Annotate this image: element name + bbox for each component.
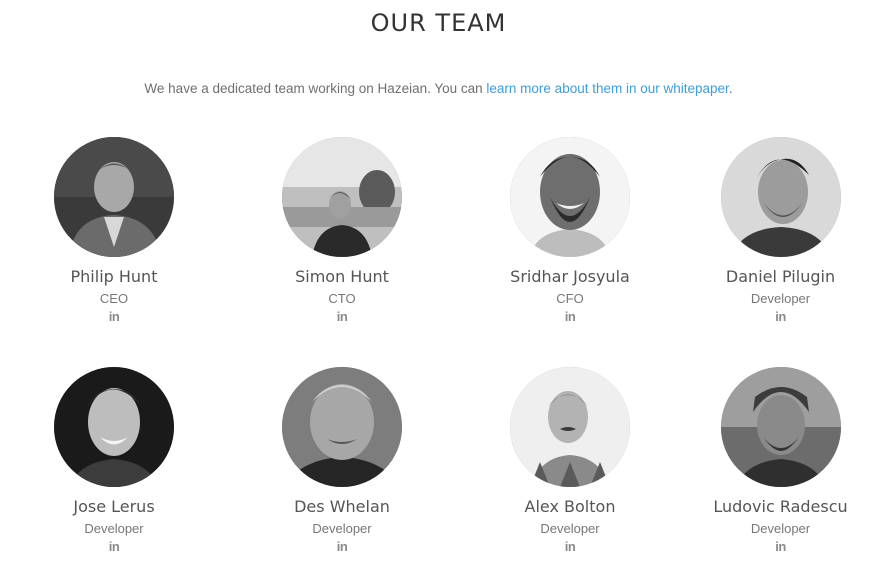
member-name: Jose Lerus — [73, 497, 155, 516]
member-name: Des Whelan — [294, 497, 390, 516]
member-name: Philip Hunt — [70, 267, 158, 286]
intro-end: . — [728, 81, 733, 96]
team-grid: Philip Hunt CEO in Simon Hunt CTO in Sri… — [0, 137, 877, 567]
member-name: Simon Hunt — [295, 267, 389, 286]
section-title: OUR TEAM — [370, 9, 507, 37]
team-member: Jose Lerus Developer in — [0, 367, 228, 567]
member-photo — [282, 367, 402, 487]
team-member: Simon Hunt CTO in — [228, 137, 456, 367]
linkedin-icon[interactable]: in — [337, 539, 348, 554]
whitepaper-link[interactable]: learn more about them in our whitepaper — [486, 81, 728, 96]
intro-paragraph: We have a dedicated team working on Haze… — [0, 81, 877, 96]
member-role: Developer — [750, 291, 811, 306]
member-role: Developer — [84, 521, 144, 536]
member-name: Daniel Pilugin — [725, 267, 836, 286]
member-role: CTO — [328, 291, 356, 306]
member-photo — [510, 367, 630, 487]
linkedin-icon[interactable]: in — [109, 309, 120, 324]
team-member: Alex Bolton Developer in — [456, 367, 684, 567]
team-member: Ludovic Radescu Developer in — [684, 367, 877, 567]
member-photo — [720, 367, 841, 487]
member-name: Sridhar Josyula — [510, 267, 630, 286]
linkedin-icon[interactable]: in — [775, 309, 786, 324]
member-role: Developer — [540, 521, 600, 536]
member-role: CFO — [556, 291, 584, 306]
linkedin-icon[interactable]: in — [565, 309, 576, 324]
member-photo — [720, 137, 841, 257]
linkedin-icon[interactable]: in — [775, 539, 786, 554]
linkedin-icon[interactable]: in — [337, 309, 348, 324]
member-role: Developer — [312, 521, 372, 536]
member-name: Ludovic Radescu — [713, 497, 848, 516]
member-role: CEO — [99, 291, 129, 306]
member-photo — [282, 137, 402, 257]
member-role: Developer — [750, 521, 811, 536]
team-member: Daniel Pilugin Developer in — [684, 137, 877, 367]
team-section: OUR TEAM We have a dedicated team workin… — [0, 0, 877, 566]
team-member: Sridhar Josyula CFO in — [456, 137, 684, 367]
member-photo — [54, 367, 174, 487]
team-member: Des Whelan Developer in — [228, 367, 456, 567]
member-name: Alex Bolton — [524, 497, 616, 516]
team-member: Philip Hunt CEO in — [0, 137, 228, 367]
linkedin-icon[interactable]: in — [565, 539, 576, 554]
intro-text: We have a dedicated team working on Haze… — [144, 81, 487, 96]
member-photo — [54, 137, 174, 257]
member-photo — [510, 137, 630, 257]
linkedin-icon[interactable]: in — [109, 539, 120, 554]
